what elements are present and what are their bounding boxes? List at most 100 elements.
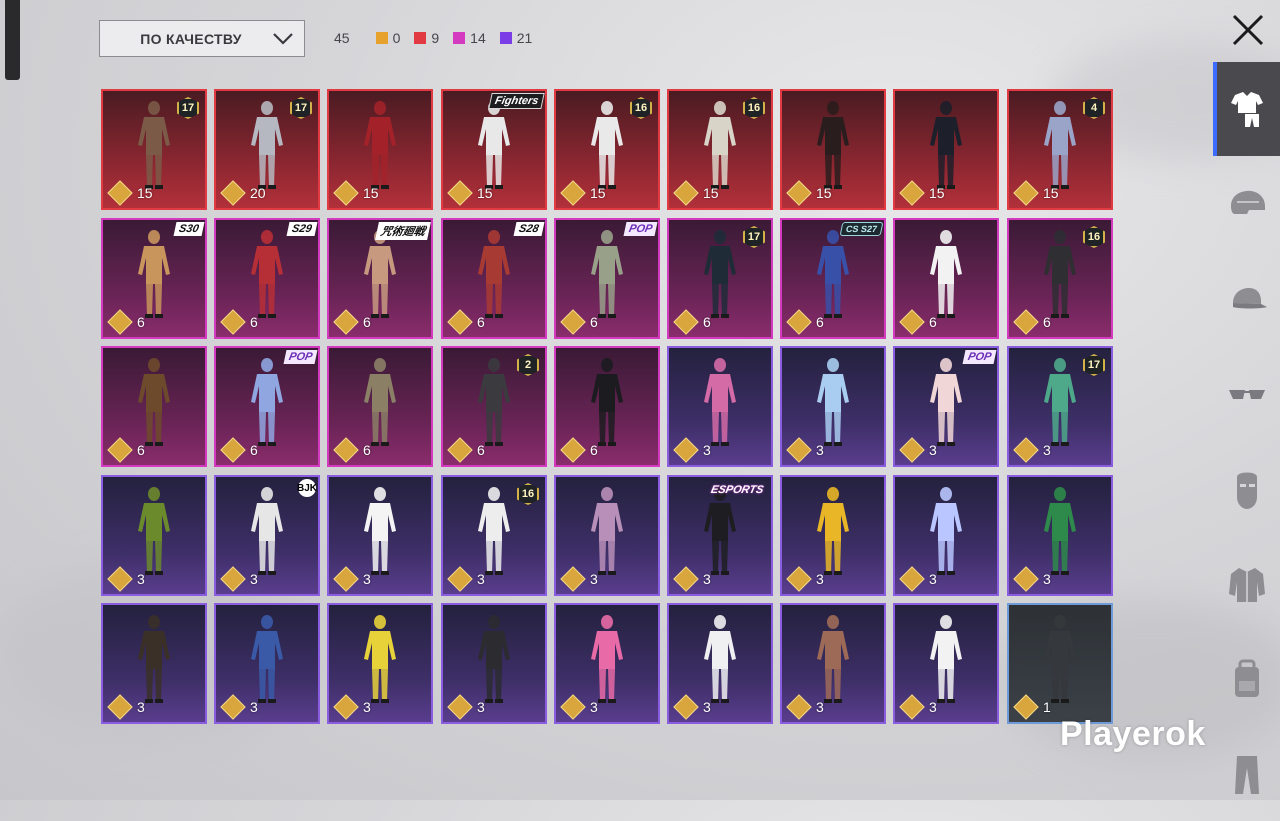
price-tag: 6 [899, 309, 937, 335]
price-tag: 3 [786, 437, 824, 463]
price-tag: 6 [560, 437, 598, 463]
outfit-figure-icon [704, 615, 736, 703]
outfit-figure-icon [1044, 358, 1076, 446]
outfit-card[interactable]: 6 [893, 218, 999, 339]
outfit-card[interactable]: 15 [893, 89, 999, 210]
collab-tag: POP [962, 350, 997, 364]
price-value: 3 [137, 699, 145, 715]
outfit-card[interactable]: 15 [327, 89, 433, 210]
tab-backpack[interactable] [1213, 631, 1280, 726]
outfit-card[interactable]: ESPORTS 3 [667, 475, 773, 596]
tab-glasses[interactable] [1213, 346, 1280, 441]
outfit-card[interactable]: CS S27 6 [780, 218, 886, 339]
outfit-card[interactable]: 6 [327, 346, 433, 467]
outfit-card[interactable]: 16 3 [441, 475, 547, 596]
price-tag: 15 [899, 180, 945, 206]
tab-helmet[interactable] [1213, 156, 1280, 251]
outfit-card[interactable]: 6 [554, 346, 660, 467]
outfit-card[interactable]: 16 15 [554, 89, 660, 210]
price-tag: 3 [1013, 566, 1051, 592]
sort-dropdown[interactable]: ПО КАЧЕСТВУ [99, 20, 305, 57]
outfit-card[interactable]: 17 15 [101, 89, 207, 210]
tab-jacket[interactable] [1213, 536, 1280, 631]
coin-icon [447, 180, 473, 206]
coin-icon [1013, 437, 1039, 463]
outfit-card[interactable]: POP 6 [214, 346, 320, 467]
outfit-card[interactable]: 3 [893, 603, 999, 724]
tab-cap[interactable] [1213, 251, 1280, 346]
outfit-card[interactable]: S28 6 [441, 218, 547, 339]
rarity-counts: 45 0 9 14 21 [334, 30, 546, 46]
outfit-card[interactable]: POP 3 [893, 346, 999, 467]
close-button[interactable] [1226, 8, 1270, 52]
outfit-card[interactable]: 3 [1007, 475, 1113, 596]
price-value: 3 [703, 442, 711, 458]
outfit-figure-icon [704, 358, 736, 446]
coin-icon [107, 309, 133, 335]
outfit-card[interactable]: 3 [554, 603, 660, 724]
price-value: 3 [816, 442, 824, 458]
outfit-card[interactable]: 3 [780, 603, 886, 724]
outfit-card[interactable]: 3 [101, 475, 207, 596]
outfit-card[interactable]: 3 [327, 603, 433, 724]
coin-icon [220, 694, 246, 720]
coin-icon [673, 309, 699, 335]
outfit-figure-icon [591, 615, 623, 703]
outfit-card[interactable]: 16 6 [1007, 218, 1113, 339]
outfit-card[interactable]: 4 15 [1007, 89, 1113, 210]
outfit-card[interactable]: 17 6 [667, 218, 773, 339]
price-tag: 3 [899, 437, 937, 463]
price-value: 3 [1043, 571, 1051, 587]
price-value: 6 [250, 314, 258, 330]
outfit-card[interactable]: POP 6 [554, 218, 660, 339]
outfit-card[interactable]: 咒術廻戦 6 [327, 218, 433, 339]
outfit-card[interactable]: 3 [554, 475, 660, 596]
outfit-card[interactable]: 26 [441, 346, 547, 467]
outfit-card[interactable]: 3 [327, 475, 433, 596]
outfit-card[interactable]: S30 6 [101, 218, 207, 339]
price-value: 3 [703, 571, 711, 587]
price-tag: 15 [333, 180, 379, 206]
outfit-card[interactable]: 17 20 [214, 89, 320, 210]
price-value: 3 [363, 571, 371, 587]
outfit-card[interactable]: 3 [214, 603, 320, 724]
gold-square-icon [375, 32, 388, 44]
collab-tag: ESPORTS [709, 484, 765, 496]
outfit-figure-icon [817, 615, 849, 703]
tab-mask[interactable] [1213, 441, 1280, 536]
coin-icon [447, 566, 473, 592]
glasses-icon [1228, 389, 1265, 399]
outfit-card[interactable]: 17 3 [1007, 346, 1113, 467]
outfit-card[interactable]: 15 [780, 89, 886, 210]
collab-tag: POP [623, 222, 658, 236]
price-tag: 6 [447, 309, 485, 335]
tab-pants[interactable] [1213, 726, 1280, 821]
outfit-figure-icon [478, 487, 510, 575]
coin-icon [107, 694, 133, 720]
outfit-card[interactable]: 1 [1007, 603, 1113, 724]
count-red: 9 [414, 30, 439, 46]
outfit-card[interactable]: 3 [667, 346, 773, 467]
coin-icon [220, 566, 246, 592]
coin-icon [333, 694, 359, 720]
outfit-card[interactable]: 3 [101, 603, 207, 724]
coin-icon [673, 694, 699, 720]
outfit-card[interactable]: 3 [780, 346, 886, 467]
price-value: 6 [363, 442, 371, 458]
outfit-card[interactable]: 16 15 [667, 89, 773, 210]
outfit-card[interactable]: 3 [667, 603, 773, 724]
tab-outfit[interactable] [1213, 62, 1280, 156]
collab-tag: POP [283, 350, 318, 364]
outfit-card[interactable]: 3 [441, 603, 547, 724]
outfit-figure-icon [138, 101, 170, 189]
backpack-icon [1234, 659, 1259, 697]
outfit-card[interactable]: S29 6 [214, 218, 320, 339]
price-tag: 3 [1013, 437, 1051, 463]
outfit-card[interactable]: Fighters 15 [441, 89, 547, 210]
watermark-logo: Playerok [1060, 715, 1206, 753]
outfit-card[interactable]: BJK 3 [214, 475, 320, 596]
outfit-card[interactable]: 3 [893, 475, 999, 596]
cap-icon [1232, 287, 1267, 308]
outfit-card[interactable]: 3 [780, 475, 886, 596]
outfit-card[interactable]: 6 [101, 346, 207, 467]
